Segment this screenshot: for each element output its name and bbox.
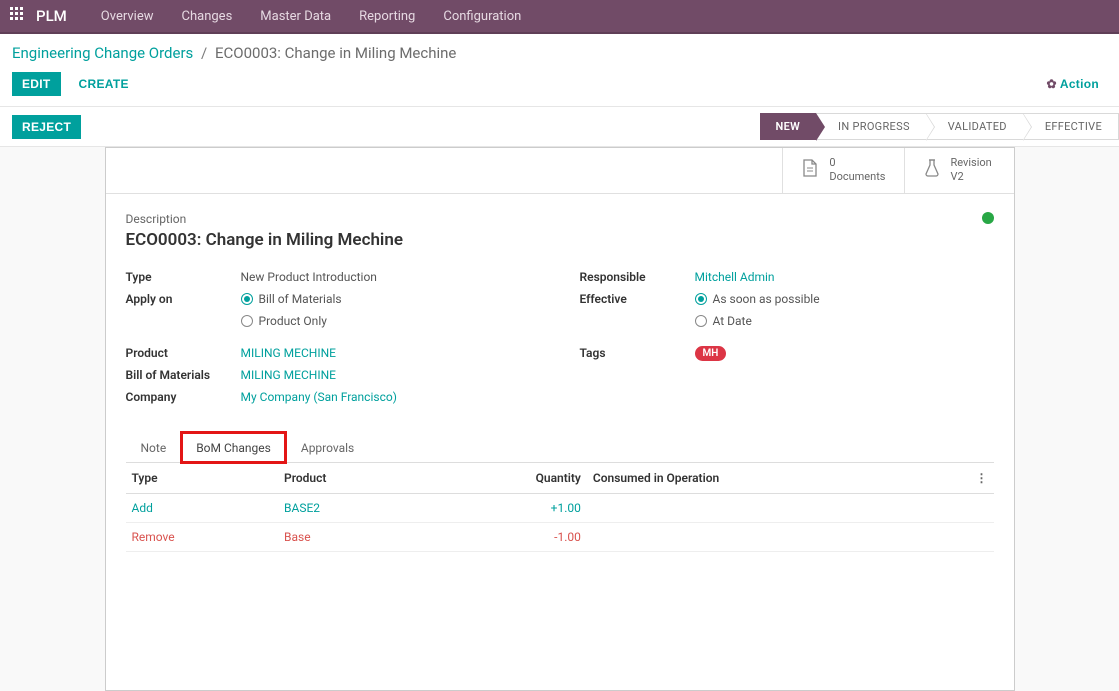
stage-new[interactable]: NEW xyxy=(760,113,816,140)
tab-bom-changes[interactable]: BoM Changes xyxy=(181,432,286,463)
row-product[interactable]: Base xyxy=(284,530,311,544)
apply-bom-radio[interactable]: Bill of Materials xyxy=(241,292,342,306)
breadcrumb: Engineering Change Orders / ECO0003: Cha… xyxy=(12,44,1107,62)
radio-icon xyxy=(241,315,253,327)
status-dot-icon xyxy=(982,212,994,224)
product-label: Product xyxy=(126,346,241,360)
effective-date-radio[interactable]: At Date xyxy=(695,314,752,328)
rev-label: Revision xyxy=(951,156,992,170)
kebab-icon[interactable]: ⋮ xyxy=(976,471,988,485)
col-consumed-in-operation: Consumed in Operation xyxy=(587,463,970,494)
revision-stat[interactable]: RevisionV2 xyxy=(904,148,1014,193)
nav-item-overview[interactable]: Overview xyxy=(87,1,168,32)
docs-label: Documents xyxy=(829,170,885,184)
apps-icon[interactable] xyxy=(10,7,24,25)
reject-button[interactable]: REJECT xyxy=(12,115,81,139)
breadcrumb-sep: / xyxy=(201,44,207,62)
type-label: Type xyxy=(126,270,241,284)
tag-badge[interactable]: MH xyxy=(695,346,727,361)
effective-label: Effective xyxy=(580,292,695,306)
apply-product-text: Product Only xyxy=(259,314,327,328)
description-label: Description xyxy=(126,212,404,226)
col-type: Type xyxy=(126,463,279,494)
stage-validated[interactable]: VALIDATED xyxy=(926,113,1023,140)
stagebar: REJECT NEWIN PROGRESSVALIDATEDEFFECTIVE xyxy=(0,107,1119,147)
responsible-label: Responsible xyxy=(580,270,695,284)
document-icon xyxy=(801,158,819,182)
stage-in-progress[interactable]: IN PROGRESS xyxy=(816,113,926,140)
nav-item-changes[interactable]: Changes xyxy=(168,1,247,32)
row-consumed xyxy=(587,493,970,522)
edit-button[interactable]: EDIT xyxy=(12,72,61,96)
gear-icon: ✿ xyxy=(1047,77,1057,91)
apply-product-radio[interactable]: Product Only xyxy=(241,314,327,328)
apply-bom-text: Bill of Materials xyxy=(259,292,342,306)
action-button[interactable]: ✿Action xyxy=(1039,72,1108,96)
tabs: NoteBoM ChangesApprovals xyxy=(126,432,994,463)
company-value[interactable]: My Company (San Francisco) xyxy=(241,390,397,404)
tab-note[interactable]: Note xyxy=(126,432,182,463)
nav-item-master-data[interactable]: Master Data xyxy=(246,1,345,32)
radio-icon xyxy=(695,315,707,327)
applyon-label: Apply on xyxy=(126,292,241,306)
table-row[interactable]: Add BASE2 +1.00 xyxy=(126,493,994,522)
row-type: Remove xyxy=(132,530,175,544)
nav-item-configuration[interactable]: Configuration xyxy=(429,1,535,32)
product-value[interactable]: MILING MECHINE xyxy=(241,346,337,360)
bom-changes-table: TypeProductQuantityConsumed in Operation… xyxy=(126,463,994,552)
type-value: New Product Introduction xyxy=(241,270,377,284)
effective-date-text: At Date xyxy=(713,314,752,328)
nav: OverviewChangesMaster DataReportingConfi… xyxy=(87,1,536,32)
col-product: Product xyxy=(278,463,428,494)
create-button[interactable]: CREATE xyxy=(71,72,137,96)
page-title: ECO0003: Change in Miling Mechine xyxy=(126,230,404,250)
row-type: Add xyxy=(132,501,153,515)
brand[interactable]: PLM xyxy=(36,7,67,25)
breadcrumb-root[interactable]: Engineering Change Orders xyxy=(12,44,193,62)
col-quantity: Quantity xyxy=(428,463,586,494)
company-label: Company xyxy=(126,390,241,404)
row-qty: -1.00 xyxy=(554,530,581,544)
nav-item-reporting[interactable]: Reporting xyxy=(345,1,429,32)
bom-label: Bill of Materials xyxy=(126,368,241,382)
subbar: Engineering Change Orders / ECO0003: Cha… xyxy=(0,34,1119,107)
row-qty: +1.00 xyxy=(551,501,581,515)
flask-icon xyxy=(923,158,941,182)
rev-val: V2 xyxy=(951,170,992,184)
bom-value[interactable]: MILING MECHINE xyxy=(241,368,337,382)
stages: NEWIN PROGRESSVALIDATEDEFFECTIVE xyxy=(760,113,1119,140)
row-product[interactable]: BASE2 xyxy=(284,501,320,515)
tags-label: Tags xyxy=(580,346,695,360)
responsible-value[interactable]: Mitchell Admin xyxy=(695,270,775,284)
table-row[interactable]: Remove Base -1.00 xyxy=(126,522,994,551)
documents-stat[interactable]: 0Documents xyxy=(782,148,903,193)
effective-asap-text: As soon as possible xyxy=(713,292,820,306)
topbar: PLM OverviewChangesMaster DataReportingC… xyxy=(0,0,1119,34)
row-consumed xyxy=(587,522,970,551)
toolbar: EDIT CREATE ✿Action xyxy=(12,72,1107,96)
stage-effective[interactable]: EFFECTIVE xyxy=(1023,113,1119,140)
radio-selected-icon xyxy=(695,293,707,305)
action-label: Action xyxy=(1060,77,1099,91)
effective-asap-radio[interactable]: As soon as possible xyxy=(695,292,820,306)
form-sheet: 0Documents RevisionV2 Description ECO000… xyxy=(105,147,1015,691)
radio-selected-icon xyxy=(241,293,253,305)
docs-count: 0 xyxy=(829,156,885,170)
tab-approvals[interactable]: Approvals xyxy=(286,432,369,463)
breadcrumb-current: ECO0003: Change in Miling Mechine xyxy=(215,44,456,62)
